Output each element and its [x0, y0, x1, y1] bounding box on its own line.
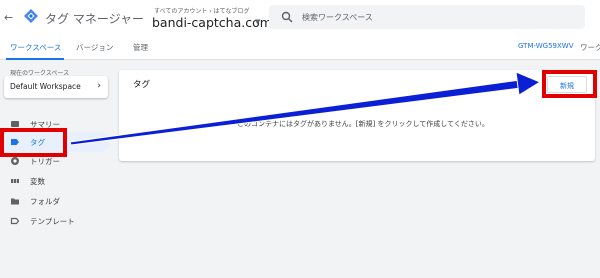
empty-state-message: このコンテナにはタグがありません。[新規] をクリックして作成してください。 — [237, 120, 489, 128]
arrow-left-icon[interactable]: ← — [4, 11, 13, 24]
variables-icon — [11, 179, 19, 183]
tab-admin[interactable]: 管理 — [133, 42, 148, 53]
sidebar-item-variables[interactable]: 変数 — [0, 171, 110, 191]
app-title: タグ マネージャー — [45, 12, 144, 26]
sidebar-item-label: 変数 — [30, 177, 45, 186]
active-tab-indicator — [6, 58, 64, 60]
container-id[interactable]: GTM-WG59XWV — [518, 42, 574, 50]
search-placeholder: 検索ワークスペース — [302, 13, 373, 22]
account-breadcrumb[interactable]: すべてのアカウント › はてなブログ — [154, 6, 250, 15]
tab-bar: ワークスペース バージョン 管理 GTM-WG59XWV ワーク — [0, 36, 600, 60]
tags-card: タグ 新規 このコンテナにはタグがありません。[新規] をクリックして作成してく… — [119, 70, 595, 161]
workspace-selector[interactable]: Default Workspace › — [4, 76, 108, 98]
annotation-highlight-tag-menu — [0, 128, 67, 157]
container-selector[interactable]: bandi-captcha.com — [152, 15, 272, 30]
workspace-name: Default Workspace — [10, 82, 81, 91]
sidebar-item-label: テンプレート — [30, 217, 75, 226]
tag-manager-logo-icon — [24, 9, 38, 23]
caret-down-icon[interactable]: ▼ — [255, 18, 260, 26]
chevron-right-icon: › — [97, 81, 101, 91]
sidebar-item-folders[interactable]: フォルダ — [0, 191, 110, 211]
folder-icon — [11, 198, 19, 205]
search-icon — [281, 11, 293, 23]
top-bar: ← タグ マネージャー すべてのアカウント › はてなブログ bandi-cap… — [0, 0, 600, 36]
tab-workspace[interactable]: ワークスペース — [10, 42, 61, 53]
trigger-icon — [11, 157, 19, 165]
sidebar-item-templates[interactable]: テンプレート — [0, 211, 110, 231]
template-icon — [10, 217, 20, 225]
card-title: タグ — [133, 80, 151, 90]
annotation-highlight-new-button — [542, 70, 597, 98]
sidebar-item-label: フォルダ — [30, 197, 60, 206]
search-bar[interactable]: 検索ワークスペース — [269, 5, 585, 29]
sidebar-item-label: トリガー — [30, 157, 60, 166]
workspace-changes-label: ワーク — [580, 43, 600, 52]
tab-versions[interactable]: バージョン — [76, 42, 113, 53]
